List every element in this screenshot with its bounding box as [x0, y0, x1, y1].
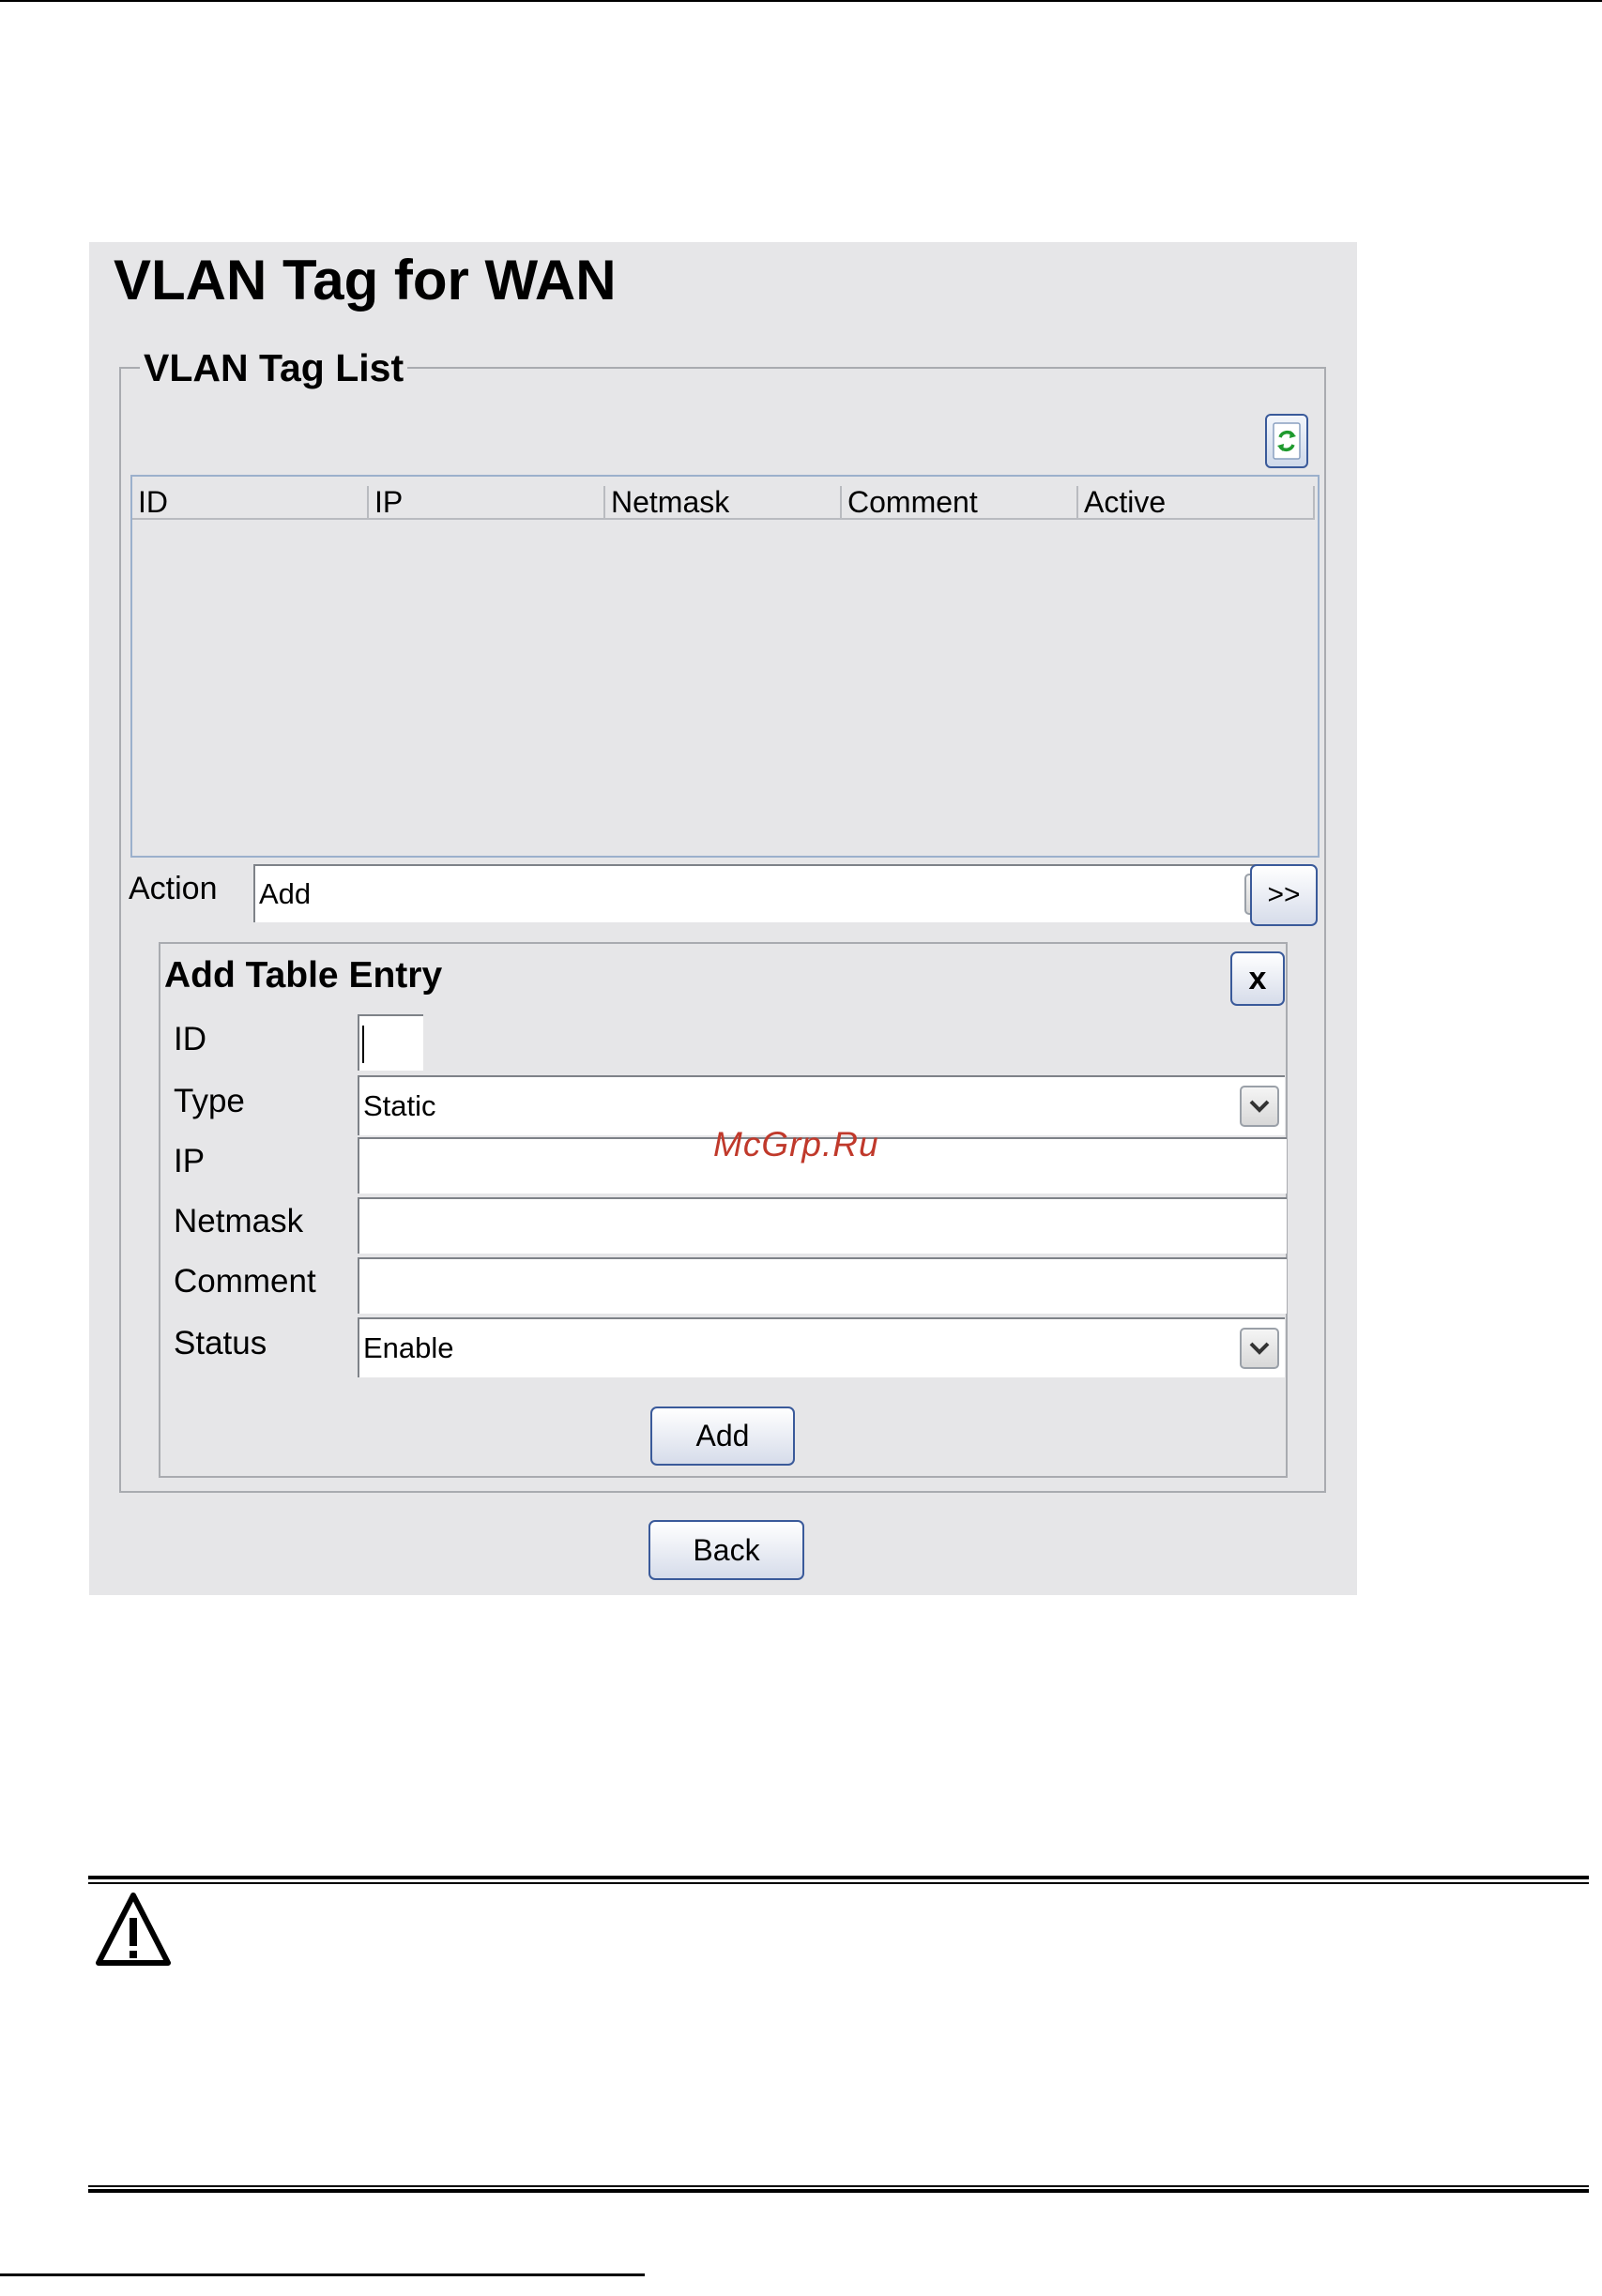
text-caret: [362, 1026, 364, 1063]
note-top-rule: [88, 1876, 1589, 1879]
note-top-rule-thin: [88, 1882, 1589, 1884]
close-button[interactable]: x: [1230, 951, 1285, 1006]
netmask-label: Netmask: [174, 1203, 304, 1239]
chevron-down-icon[interactable]: [1240, 1086, 1279, 1127]
column-header-id[interactable]: ID: [132, 486, 369, 520]
page-title: VLAN Tag for WAN: [114, 249, 617, 312]
type-select-value: Static: [363, 1089, 436, 1122]
watermark: McGrp.Ru: [713, 1125, 879, 1163]
vlan-tag-table: ID IP Netmask Comment Active: [130, 475, 1320, 858]
table-body: [132, 522, 1318, 856]
note-bottom-rule-thin: [88, 2185, 1589, 2187]
column-header-active[interactable]: Active: [1078, 486, 1315, 520]
add-table-entry-box: Add Table Entry x ID Type Static IP Netm…: [159, 942, 1288, 1478]
column-header-comment[interactable]: Comment: [842, 486, 1078, 520]
ip-label: IP: [174, 1143, 206, 1179]
status-select-value: Enable: [363, 1331, 454, 1364]
top-rule: [0, 0, 1602, 2]
go-button[interactable]: >>: [1250, 864, 1318, 926]
refresh-icon: [1273, 422, 1301, 460]
comment-field[interactable]: [358, 1257, 1287, 1314]
id-label: ID: [174, 1021, 206, 1057]
comment-label: Comment: [174, 1263, 316, 1300]
type-label: Type: [174, 1083, 245, 1119]
action-select-value: Add: [259, 877, 312, 910]
chevron-down-icon[interactable]: [1240, 1328, 1279, 1369]
footnote-rule: [0, 2273, 645, 2276]
column-header-netmask[interactable]: Netmask: [605, 486, 842, 520]
warning-icon: [96, 1893, 171, 1966]
netmask-field[interactable]: [358, 1197, 1287, 1254]
action-select[interactable]: Add: [253, 864, 1289, 922]
add-button[interactable]: Add: [650, 1406, 795, 1466]
add-table-entry-title: Add Table Entry: [164, 955, 443, 996]
note-bottom-rule: [88, 2189, 1589, 2193]
vlan-panel: VLAN Tag for WAN VLAN Tag List ID IP Net…: [89, 242, 1357, 1595]
column-header-ip[interactable]: IP: [369, 486, 605, 520]
vlan-tag-list-legend: VLAN Tag List: [140, 346, 408, 390]
table-header: ID IP Netmask Comment Active: [132, 477, 1318, 520]
back-button[interactable]: Back: [648, 1520, 804, 1580]
id-field[interactable]: [358, 1014, 423, 1071]
refresh-button[interactable]: [1265, 414, 1308, 468]
status-select[interactable]: Enable: [358, 1317, 1285, 1377]
status-label: Status: [174, 1325, 267, 1361]
action-label: Action: [129, 871, 218, 906]
